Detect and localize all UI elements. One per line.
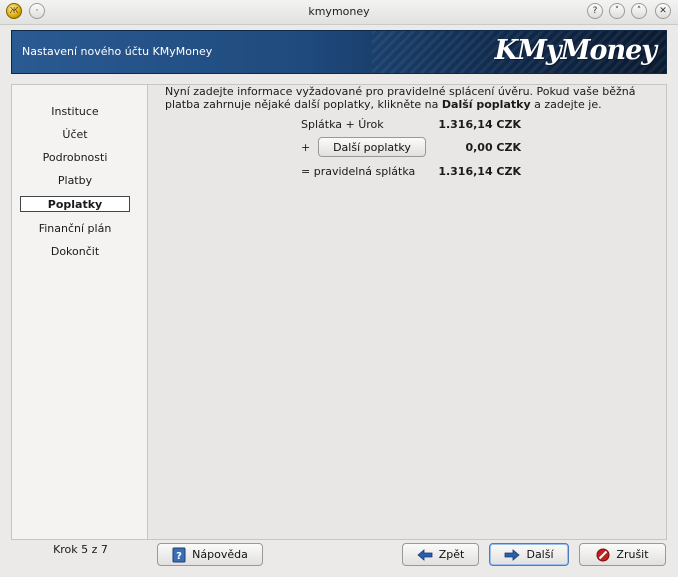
- fees-value: 0,00 CZK: [465, 141, 521, 154]
- periodic-payment-label: = pravidelná splátka: [301, 165, 416, 178]
- cancel-button[interactable]: Zrušit: [579, 543, 666, 566]
- next-button[interactable]: Další: [489, 543, 569, 566]
- step-dokoncit: Dokončit: [50, 245, 100, 258]
- close-icon[interactable]: ✕: [655, 3, 671, 19]
- instructions-bold: Další poplatky: [441, 98, 531, 111]
- wizard-title: Nastavení nového účtu KMyMoney: [22, 45, 213, 58]
- kmymoney-logo: KMyMoney: [494, 35, 657, 66]
- wizard-steps-sidebar: Instituce Účet Podrobnosti Platby Poplat…: [11, 84, 148, 556]
- back-button-label: Zpět: [438, 548, 465, 561]
- step-platby: Platby: [57, 174, 93, 187]
- cancel-icon: [596, 548, 610, 562]
- help-icon[interactable]: ?: [587, 3, 603, 19]
- principal-interest-value: 1.316,14 CZK: [438, 118, 521, 131]
- cancel-button-label: Zrušit: [616, 548, 649, 561]
- step-ucet: Účet: [62, 128, 88, 141]
- wizard-page-content: Nyní zadejte informace vyžadované pro pr…: [148, 84, 667, 540]
- arrow-right-icon: [504, 548, 521, 561]
- maximize-icon[interactable]: ˄: [631, 3, 647, 19]
- step-podrobnosti: Podrobnosti: [42, 151, 108, 164]
- principal-interest-label: Splátka + Úrok: [301, 118, 384, 131]
- step-counter: Krok 5 z 7: [53, 543, 108, 556]
- step-poplatky-active: Poplatky: [20, 196, 130, 212]
- minimize-icon[interactable]: ˅: [609, 3, 625, 19]
- instructions-part2: a zadejte je.: [530, 98, 602, 111]
- arrow-left-icon: [417, 548, 433, 561]
- periodic-payment-value: 1.316,14 CZK: [438, 165, 521, 178]
- help-button-label: Nápověda: [192, 548, 248, 561]
- plus-sign: +: [301, 141, 311, 154]
- additional-fees-button[interactable]: Další poplatky: [318, 137, 426, 157]
- additional-fees-button-label: Další poplatky: [333, 140, 411, 154]
- window-titlebar: Ж · kmymoney ? ˅ ˄ ✕: [0, 0, 678, 25]
- window-title: kmymoney: [308, 5, 370, 18]
- back-button[interactable]: Zpět: [402, 543, 479, 566]
- step-financni-plan: Finanční plán: [38, 222, 112, 235]
- wizard-banner: Nastavení nového účtu KMyMoney KMyMoney: [11, 30, 667, 74]
- step-instituce: Instituce: [51, 105, 99, 118]
- svg-text:?: ?: [176, 551, 182, 562]
- help-book-icon: ?: [172, 547, 186, 563]
- help-button[interactable]: ? Nápověda: [157, 543, 263, 566]
- instructions-text: Nyní zadejte informace vyžadované pro pr…: [165, 85, 655, 111]
- next-button-label: Další: [526, 548, 554, 561]
